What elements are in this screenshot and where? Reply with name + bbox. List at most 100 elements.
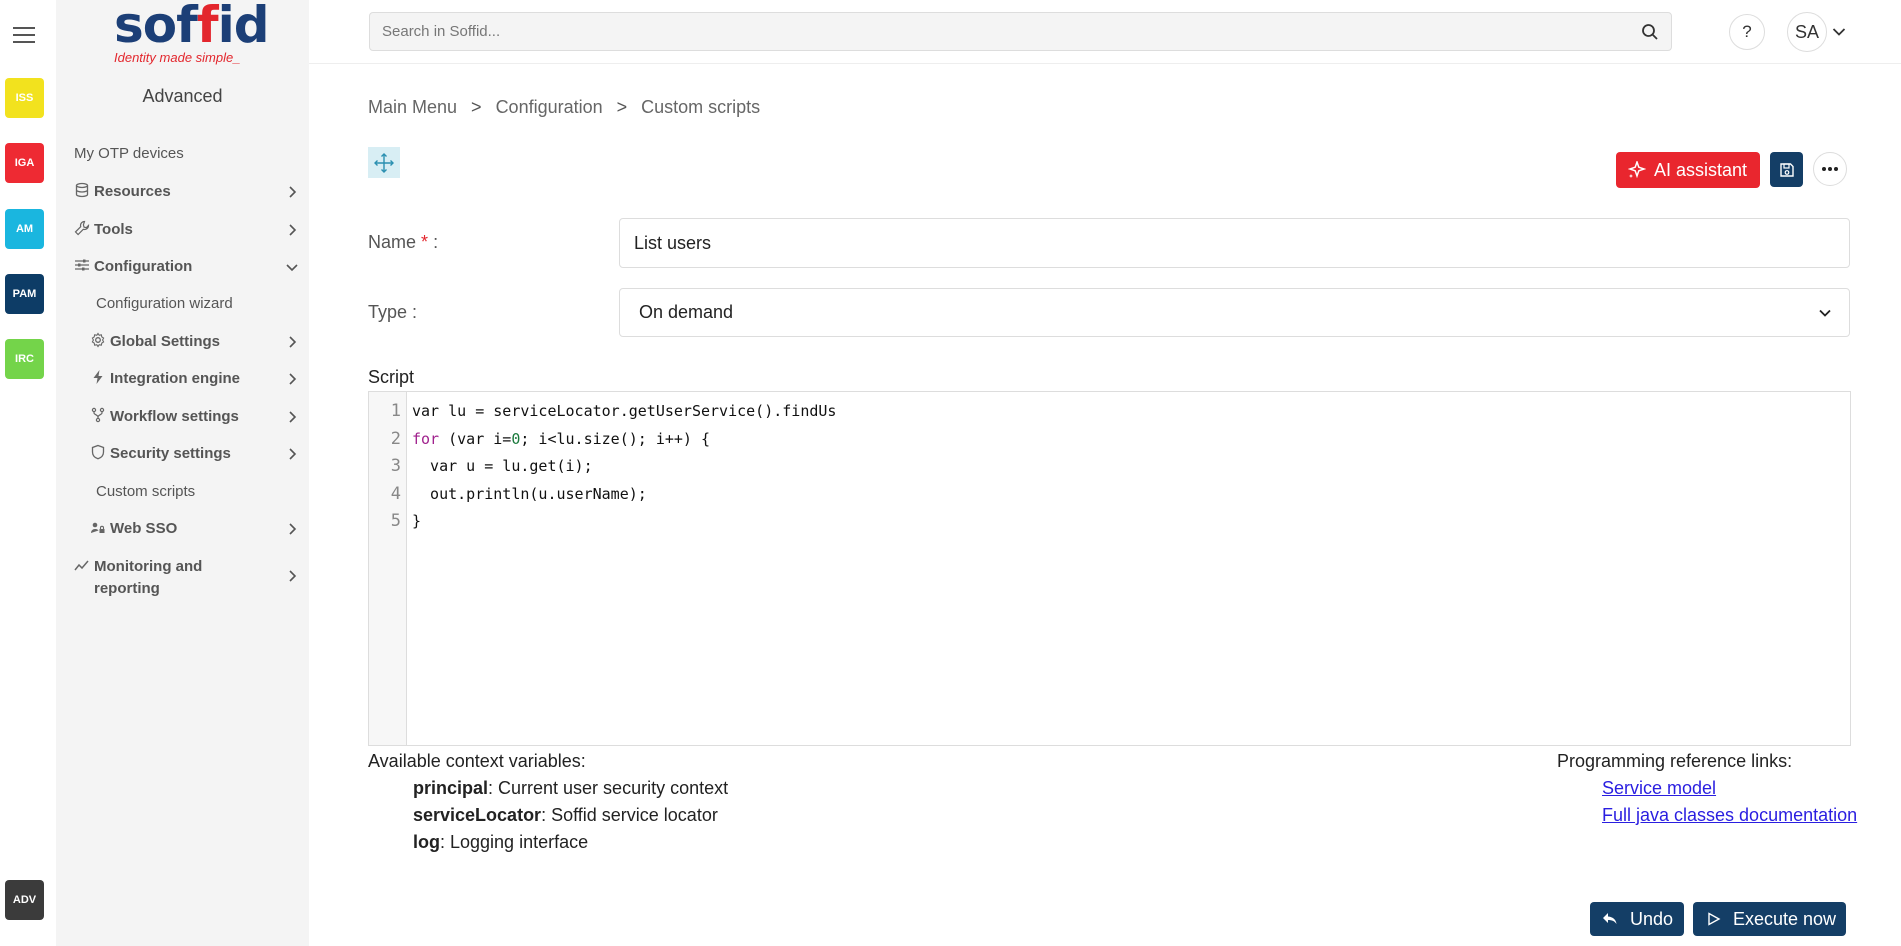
type-select-value: On demand [639, 302, 734, 322]
move-arrows-icon [374, 152, 394, 173]
undo-button[interactable]: Undo [1590, 902, 1684, 936]
chevron-right-icon [285, 447, 299, 461]
sidebar-item-monitoring-and-reporting[interactable]: Monitoring and reporting [56, 556, 299, 600]
undo-label: Undo [1630, 908, 1674, 929]
chevron-right-icon [285, 335, 299, 349]
save-button[interactable] [1770, 152, 1803, 187]
sidebar-item-custom-scripts[interactable]: Custom scripts [56, 481, 309, 503]
soffid-logo[interactable]: soffid Identity made simple_ [114, 0, 270, 65]
user-avatar[interactable]: SA [1787, 12, 1827, 52]
sidebar-item-label: Configuration wizard [96, 295, 233, 312]
wrench-icon [74, 220, 90, 236]
sidebar-item-my-otp-devices[interactable]: My OTP devices [56, 143, 309, 165]
sidebar-item-label: Global Settings [110, 333, 221, 350]
name-label-colon: : [433, 232, 439, 252]
line-number: 4 [390, 484, 401, 504]
script-editor[interactable]: 1 2 3 4 5 var lu = serviceLocator.getUse… [368, 391, 1851, 746]
sidebar-item-label: Integration engine [110, 370, 241, 387]
ellipsis-icon [1821, 166, 1839, 172]
java-docs-link[interactable]: Full java classes documentation [1602, 805, 1857, 826]
ai-assistant-button[interactable]: AI assistant [1616, 152, 1760, 188]
editor-gutter: 1 2 3 4 5 [369, 392, 407, 745]
sidebar-item-global-settings[interactable]: Global Settings [56, 331, 309, 353]
sidebar-item-label: Monitoring and reporting [94, 558, 203, 597]
code-text: (var i= [439, 430, 512, 448]
breadcrumb-separator: > [471, 97, 482, 117]
sidebar-item-configuration-wizard[interactable]: Configuration wizard [56, 293, 309, 315]
context-variable: log: Logging interface [413, 832, 588, 853]
sidebar-item-label: Security settings [110, 445, 231, 462]
context-variable: serviceLocator: Soffid service locator [413, 805, 718, 826]
sidebar-item-integration-engine[interactable]: Integration engine [56, 368, 309, 390]
execute-now-label: Execute now [1733, 908, 1837, 929]
chart-line-icon [74, 557, 90, 573]
ai-assistant-label: AI assistant [1654, 159, 1748, 180]
sidebar-item-web-sso[interactable]: Web SSO [56, 518, 309, 540]
chevron-right-icon [285, 522, 299, 536]
sidebar-item-label: Custom scripts [96, 483, 196, 500]
rail-badge-irc[interactable]: IRC [5, 339, 44, 379]
type-label: Type : [368, 302, 418, 322]
sidebar-item-label: Configuration [94, 258, 193, 275]
rail-badge-am[interactable]: AM [5, 209, 44, 249]
type-select[interactable]: On demand [619, 288, 1850, 337]
rail-badge-iga[interactable]: IGA [5, 143, 44, 183]
logo-tagline: Identity made simple_ [114, 50, 241, 65]
gear-icon [90, 332, 106, 348]
code-keyword: for [412, 430, 440, 448]
context-variable: principal: Current user security context [413, 778, 728, 799]
breadcrumb-configuration[interactable]: Configuration [496, 97, 603, 118]
search-box [369, 12, 1672, 51]
search-input[interactable] [382, 13, 1622, 50]
chevron-down-icon [1817, 305, 1833, 321]
sidebar-title: Advanced [142, 86, 223, 106]
more-options-button[interactable] [1813, 152, 1847, 186]
service-model-link[interactable]: Service model [1602, 778, 1716, 799]
database-icon [74, 182, 90, 198]
sparkle-icon [1628, 161, 1654, 179]
code-line: var u = lu.get(i); [412, 457, 593, 475]
sidebar-item-resources[interactable]: Resources [56, 181, 309, 203]
sidebar-item-tools[interactable]: Tools [56, 219, 309, 241]
chevron-right-icon [285, 410, 299, 424]
code-line: for (var i=0; i<lu.size(); i++) { [412, 430, 710, 448]
chevron-right-icon [285, 185, 299, 199]
code-line: } [412, 512, 422, 530]
sidebar-item-label: My OTP devices [74, 145, 184, 162]
search-icon[interactable] [1641, 23, 1659, 41]
floppy-disk-icon [1779, 162, 1795, 178]
name-label: Name * : [368, 232, 438, 253]
sliders-icon [74, 257, 90, 273]
script-label: Script [368, 367, 415, 387]
variable-name: principal [413, 778, 489, 798]
sidebar-item-label: Resources [94, 183, 171, 200]
chevron-right-icon [285, 372, 299, 386]
chevron-down-icon[interactable] [1831, 24, 1847, 40]
breadcrumb: Main Menu > Configuration > Custom scrip… [368, 97, 760, 118]
hamburger-menu-icon[interactable] [11, 22, 37, 48]
user-lock-icon [90, 519, 106, 535]
rail-badge-adv[interactable]: ADV [5, 880, 44, 920]
chevron-right-icon [285, 223, 299, 237]
variable-description: : Current user security context [488, 778, 729, 798]
rail-badge-pam[interactable]: PAM [5, 274, 44, 314]
sidebar-item-security-settings[interactable]: Security settings [56, 443, 309, 465]
code-text: ; i<lu.size(); i++) { [520, 430, 711, 448]
sidebar-item-workflow-settings[interactable]: Workflow settings [56, 406, 309, 428]
rail-badge-iss[interactable]: ISS [5, 78, 44, 118]
breadcrumb-separator: > [616, 97, 628, 117]
name-input[interactable] [619, 218, 1850, 268]
sidebar-item-configuration[interactable]: Configuration [56, 256, 309, 278]
breadcrumb-main-menu[interactable]: Main Menu [368, 97, 457, 118]
line-number: 5 [390, 511, 401, 531]
breadcrumb-custom-scripts: Custom scripts [641, 97, 761, 117]
chevron-right-icon [285, 569, 299, 583]
code-line: var lu = serviceLocator.getUserService()… [412, 402, 837, 420]
help-button[interactable]: ? [1729, 14, 1765, 50]
move-handle-button[interactable] [368, 147, 400, 178]
top-bar: ? SA [309, 0, 1901, 64]
play-icon [1707, 912, 1733, 926]
execute-now-button[interactable]: Execute now [1693, 902, 1846, 936]
bolt-icon [90, 369, 106, 385]
fork-icon [90, 407, 106, 423]
